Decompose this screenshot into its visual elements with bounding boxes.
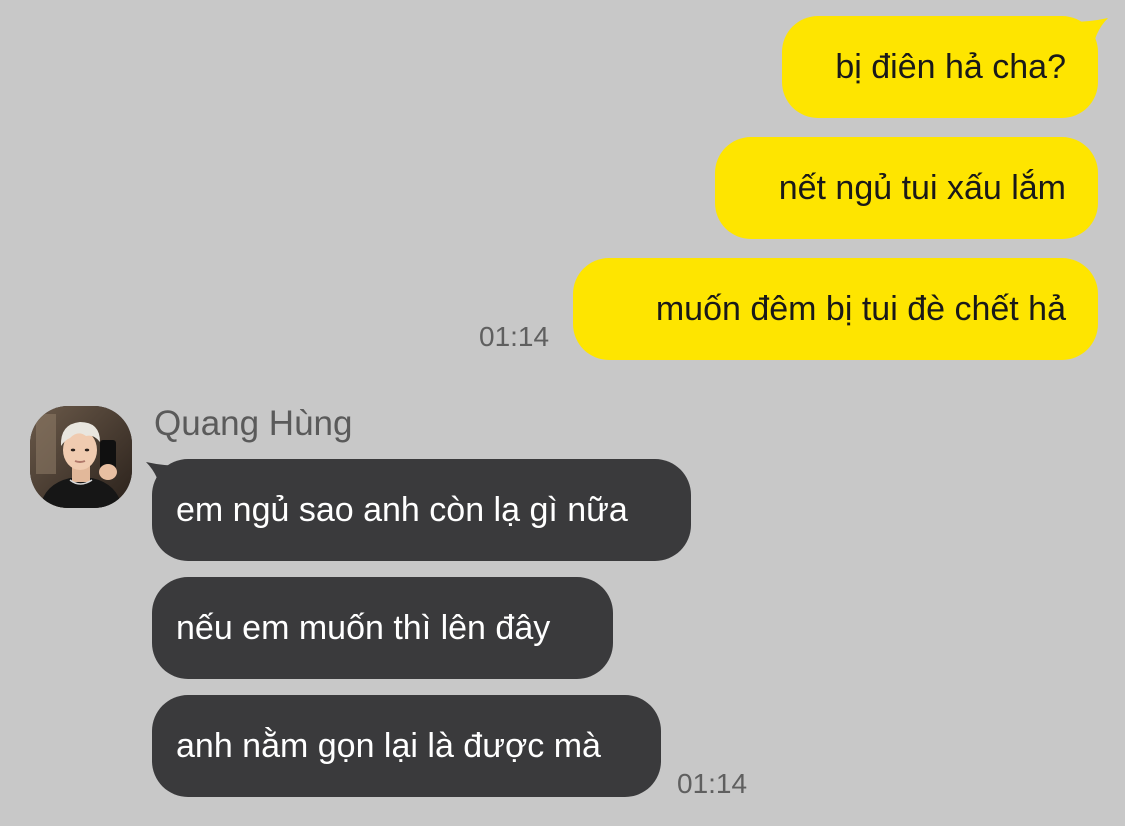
outgoing-message-bubble[interactable]: bị điên hả cha? [782,16,1098,118]
avatar[interactable] [30,406,132,508]
incoming-timestamp: 01:14 [677,768,748,799]
incoming-message-bubble[interactable]: nếu em muốn thì lên đây [152,577,613,679]
incoming-message-bubble[interactable]: em ngủ sao anh còn lạ gì nữa [152,459,691,561]
outgoing-message-bubble[interactable]: muốn đêm bị tui đè chết hả [573,258,1098,360]
incoming-message-bubble[interactable]: anh nằm gọn lại là được mà [152,695,661,797]
avatar-photo [30,406,132,508]
sender-name: Quang Hùng [154,404,353,443]
outgoing-timestamp: 01:14 [479,321,550,352]
outgoing-message-bubble[interactable]: nết ngủ tui xấu lắm [715,137,1098,239]
chat-thread: bị điên hả cha? nết ngủ tui xấu lắm muốn… [0,0,1125,826]
